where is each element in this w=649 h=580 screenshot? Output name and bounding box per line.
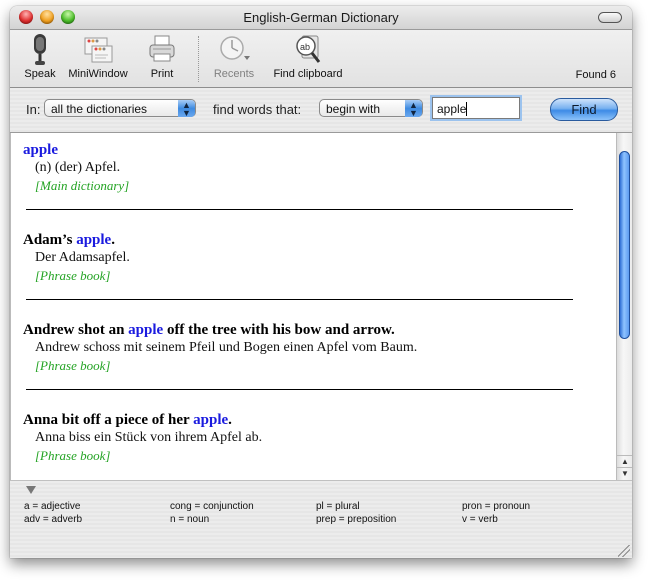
found-count: Found 6 <box>575 69 616 81</box>
scroll-down-button[interactable]: ▼ <box>617 467 632 480</box>
result-entry[interactable]: Adam’s apple. Der Adamsapfel. [Phrase bo… <box>23 232 130 284</box>
search-input-value: apple <box>437 102 467 116</box>
result-translation: (n) (der) Apfel. <box>35 160 121 175</box>
title-bar: English-German Dictionary <box>10 6 632 30</box>
speak-label: Speak <box>24 68 56 80</box>
legend-item: prep = preposition <box>316 514 397 525</box>
legend-item: adv = adverb <box>24 514 83 525</box>
match-mode-select[interactable]: begin with ▲ ▼ <box>319 99 423 118</box>
result-source: [Phrase book] <box>35 358 111 373</box>
in-label: In: <box>26 102 41 117</box>
toolbar: Speak MiniWindow Print Recents ab Find c… <box>10 30 632 88</box>
resize-grip-icon[interactable] <box>618 545 630 557</box>
legend-item: v = verb <box>462 514 498 525</box>
result-entry[interactable]: Anna bit off a piece of her apple. Anna … <box>23 412 262 464</box>
find-button[interactable]: Find <box>550 98 618 121</box>
result-translation: Andrew schoss mit seinem Pfeil und Bogen… <box>35 340 418 355</box>
vertical-scrollbar[interactable]: ▲ ▼ <box>616 133 632 480</box>
result-translation: Der Adamsapfel. <box>35 250 130 265</box>
legend-item: cong = conjunction <box>170 501 254 512</box>
match-highlight: apple <box>76 232 112 248</box>
recents-button[interactable]: Recents <box>210 32 258 80</box>
svg-text:ab: ab <box>300 42 310 52</box>
print-button[interactable]: Print <box>140 32 184 80</box>
legend-item: n = noun <box>170 514 210 525</box>
result-source: [Phrase book] <box>35 268 111 283</box>
result-headword: Andrew shot an apple off the tree with h… <box>23 322 395 338</box>
find-words-label: find words that: <box>213 102 302 117</box>
toolbar-separator <box>198 36 199 82</box>
results-view: apple (n) (der) Apfel. [Main dictionary]… <box>10 133 617 480</box>
result-translation: Anna biss ein Stück von ihrem Apfel ab. <box>35 430 263 445</box>
miniwindow-button[interactable]: MiniWindow <box>64 32 132 80</box>
toolbar-toggle-button[interactable] <box>598 12 622 23</box>
result-divider <box>26 299 573 300</box>
updown-arrows-icon: ▲ ▼ <box>405 100 422 118</box>
search-input[interactable]: apple <box>432 97 520 119</box>
find-clipboard-button[interactable]: ab Find clipboard <box>266 32 350 80</box>
updown-arrows-icon: ▲ ▼ <box>178 100 195 118</box>
result-headword: Anna bit off a piece of her apple. <box>23 412 232 428</box>
search-bar: In: all the dictionaries ▲ ▼ find words t… <box>10 88 632 133</box>
result-headword: Adam’s apple. <box>23 232 115 248</box>
window-title: English-German Dictionary <box>243 10 399 25</box>
recents-label: Recents <box>213 68 255 80</box>
result-headword: apple <box>23 142 129 159</box>
match-mode-value: begin with <box>326 102 381 116</box>
match-highlight: apple <box>193 412 229 428</box>
result-divider <box>26 209 573 210</box>
legend-item: a = adjective <box>24 501 81 512</box>
result-entry[interactable]: apple (n) (der) Apfel. [Main dictionary] <box>23 142 129 194</box>
dictionary-select-value: all the dictionaries <box>51 102 148 116</box>
result-source: [Phrase book] <box>35 448 111 463</box>
microphone-icon <box>34 34 46 65</box>
printer-icon <box>149 35 175 62</box>
match-highlight: apple <box>23 142 59 158</box>
clock-icon <box>220 36 250 60</box>
speak-button[interactable]: Speak <box>20 32 60 80</box>
result-divider <box>26 389 573 390</box>
text-caret <box>466 102 468 116</box>
abbreviation-legend: a = adjective adv = adverb cong = conjun… <box>10 480 632 558</box>
scrollbar-thumb[interactable] <box>619 151 630 339</box>
clipboard-search-icon: ab <box>296 35 321 63</box>
miniwindow-label: MiniWindow <box>68 68 128 80</box>
match-highlight: apple <box>128 322 164 338</box>
legend-item: pron = pronoun <box>462 501 531 512</box>
result-source: [Main dictionary] <box>35 178 130 193</box>
disclosure-triangle-icon[interactable] <box>26 486 36 494</box>
dictionary-window: English-German Dictionary Speak MiniWind… <box>10 6 632 558</box>
print-label: Print <box>150 68 174 80</box>
miniwindow-icon <box>84 37 113 63</box>
dictionary-select[interactable]: all the dictionaries ▲ ▼ <box>44 99 196 118</box>
result-entry[interactable]: Andrew shot an apple off the tree with h… <box>23 322 417 374</box>
find-clipboard-label: Find clipboard <box>273 68 343 80</box>
legend-item: pl = plural <box>316 501 360 512</box>
